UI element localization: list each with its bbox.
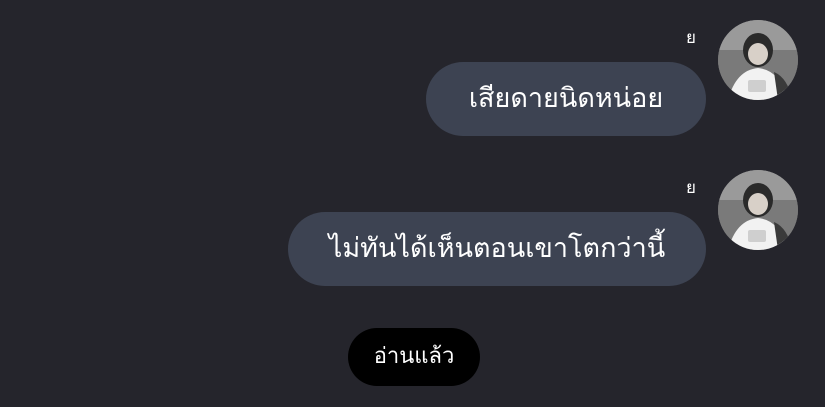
read-receipt-badge: อ่านแล้ว: [348, 328, 480, 386]
message-text: เสียดายนิดหน่อย: [468, 83, 664, 114]
avatar[interactable]: [718, 20, 798, 100]
message-text: ไม่ทันได้เห็นตอนเขาโตกว่านี้: [328, 233, 666, 264]
sender-name: ย: [686, 28, 696, 48]
chat-thread: ย เสียดายนิดหน่อย ย ไม่ทันได้เห็นตอนเขาโ…: [0, 0, 825, 407]
avatar-photo-icon: [718, 170, 798, 250]
message-bubble[interactable]: เสียดายนิดหน่อย: [426, 62, 706, 136]
message-bubble[interactable]: ไม่ทันได้เห็นตอนเขาโตกว่านี้: [288, 212, 706, 286]
sender-name: ย: [686, 178, 696, 198]
avatar-photo-icon: [718, 20, 798, 100]
avatar[interactable]: [718, 170, 798, 250]
